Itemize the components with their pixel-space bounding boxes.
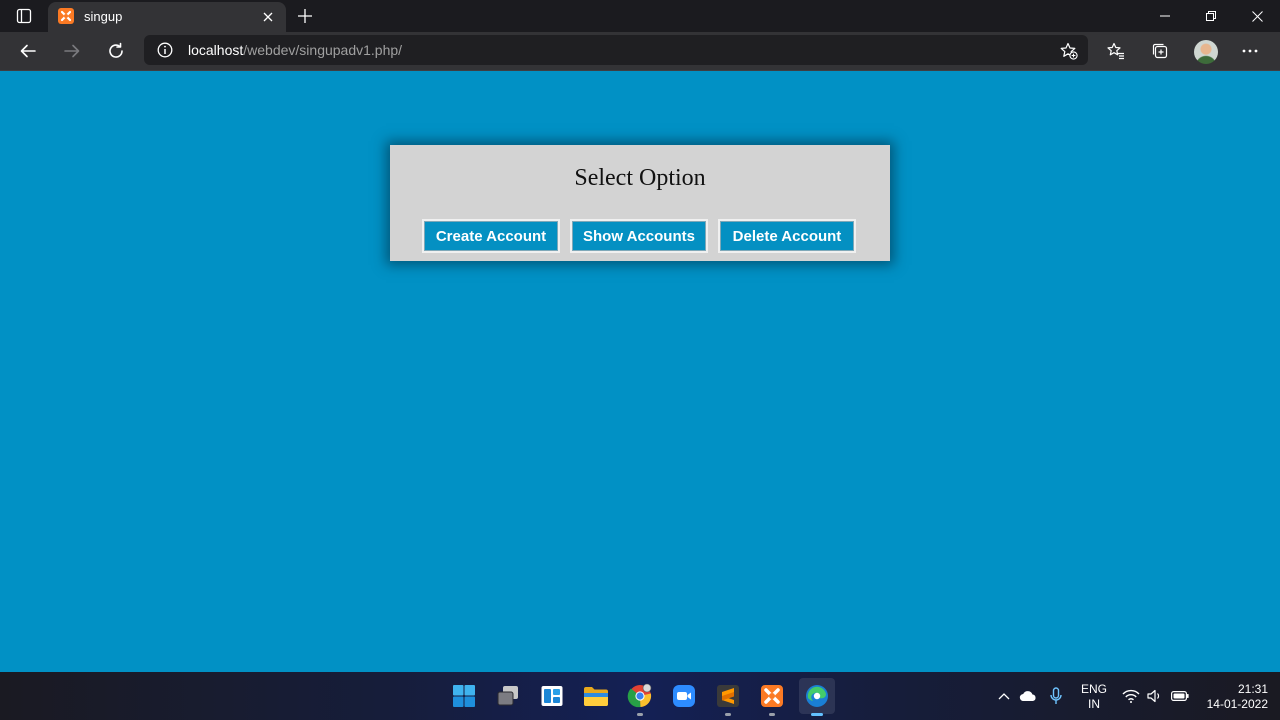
forward-arrow-icon[interactable] <box>57 36 87 66</box>
card-title: Select Option <box>574 165 706 191</box>
url-host: localhost <box>188 42 244 58</box>
start-icon[interactable] <box>448 680 480 712</box>
site-info-icon[interactable] <box>156 41 174 59</box>
xampp-icon[interactable] <box>756 680 788 716</box>
favorites-icon[interactable] <box>1101 36 1131 66</box>
back-arrow-icon[interactable] <box>13 36 43 66</box>
clock-time: 21:31 <box>1237 682 1268 696</box>
windows-taskbar: ENG IN 21:31 14-01-2022 <box>0 672 1280 720</box>
file-explorer-icon[interactable] <box>580 680 612 712</box>
microphone-icon[interactable] <box>1046 686 1066 706</box>
create-account-button[interactable]: Create Account <box>422 219 560 253</box>
chrome-icon[interactable] <box>624 680 656 716</box>
edge-active-indicator <box>811 713 823 716</box>
tab-close-icon[interactable] <box>258 7 278 27</box>
browser-toolbar: localhost/webdev/singupadv1.php/ <box>0 32 1280 71</box>
task-view-icon[interactable] <box>492 680 524 712</box>
browser-tab[interactable]: singup <box>48 2 286 32</box>
sublime-running-indicator <box>725 713 731 716</box>
address-url[interactable]: localhost/webdev/singupadv1.php/ <box>188 42 402 58</box>
language-code: ENG <box>1080 682 1107 696</box>
address-bar[interactable]: localhost/webdev/singupadv1.php/ <box>144 35 1088 65</box>
add-favorite-icon[interactable] <box>1058 40 1080 62</box>
close-window-icon[interactable] <box>1234 0 1280 32</box>
wifi-icon[interactable] <box>1121 686 1141 706</box>
chevron-up-icon[interactable] <box>994 686 1014 706</box>
widgets-icon[interactable] <box>536 680 568 712</box>
collections-icon[interactable] <box>1145 36 1175 66</box>
tab-actions-icon[interactable] <box>8 4 40 28</box>
tab-title: singup <box>84 9 123 24</box>
system-clock[interactable]: 21:31 14-01-2022 <box>1196 682 1268 712</box>
profile-avatar[interactable] <box>1194 40 1218 64</box>
chrome-running-indicator <box>637 713 643 716</box>
battery-icon[interactable] <box>1170 686 1190 706</box>
more-options-icon[interactable] <box>1235 36 1265 66</box>
select-option-card: Select Option Create Account Show Accoun… <box>390 145 890 261</box>
refresh-icon[interactable] <box>101 36 131 66</box>
new-tab-icon[interactable] <box>294 5 316 27</box>
xampp-favicon-icon <box>58 8 74 24</box>
browser-tab-strip: singup <box>0 0 1280 32</box>
xampp-running-indicator <box>769 713 775 716</box>
volume-icon[interactable] <box>1145 686 1165 706</box>
show-accounts-button[interactable]: Show Accounts <box>570 219 708 253</box>
sublime-text-icon[interactable] <box>712 680 744 716</box>
page-viewport: Select Option Create Account Show Accoun… <box>0 71 1280 672</box>
url-path: /webdev/singupadv1.php/ <box>243 42 403 58</box>
zoom-icon[interactable] <box>668 680 700 712</box>
delete-account-button[interactable]: Delete Account <box>718 219 856 253</box>
region-code: IN <box>1088 697 1100 711</box>
onedrive-cloud-icon[interactable] <box>1018 686 1038 706</box>
clock-date: 14-01-2022 <box>1206 697 1268 711</box>
minimize-icon[interactable] <box>1142 0 1188 32</box>
restore-icon[interactable] <box>1188 0 1234 32</box>
language-indicator[interactable]: ENG IN <box>1078 682 1110 712</box>
edge-icon[interactable] <box>799 678 835 716</box>
